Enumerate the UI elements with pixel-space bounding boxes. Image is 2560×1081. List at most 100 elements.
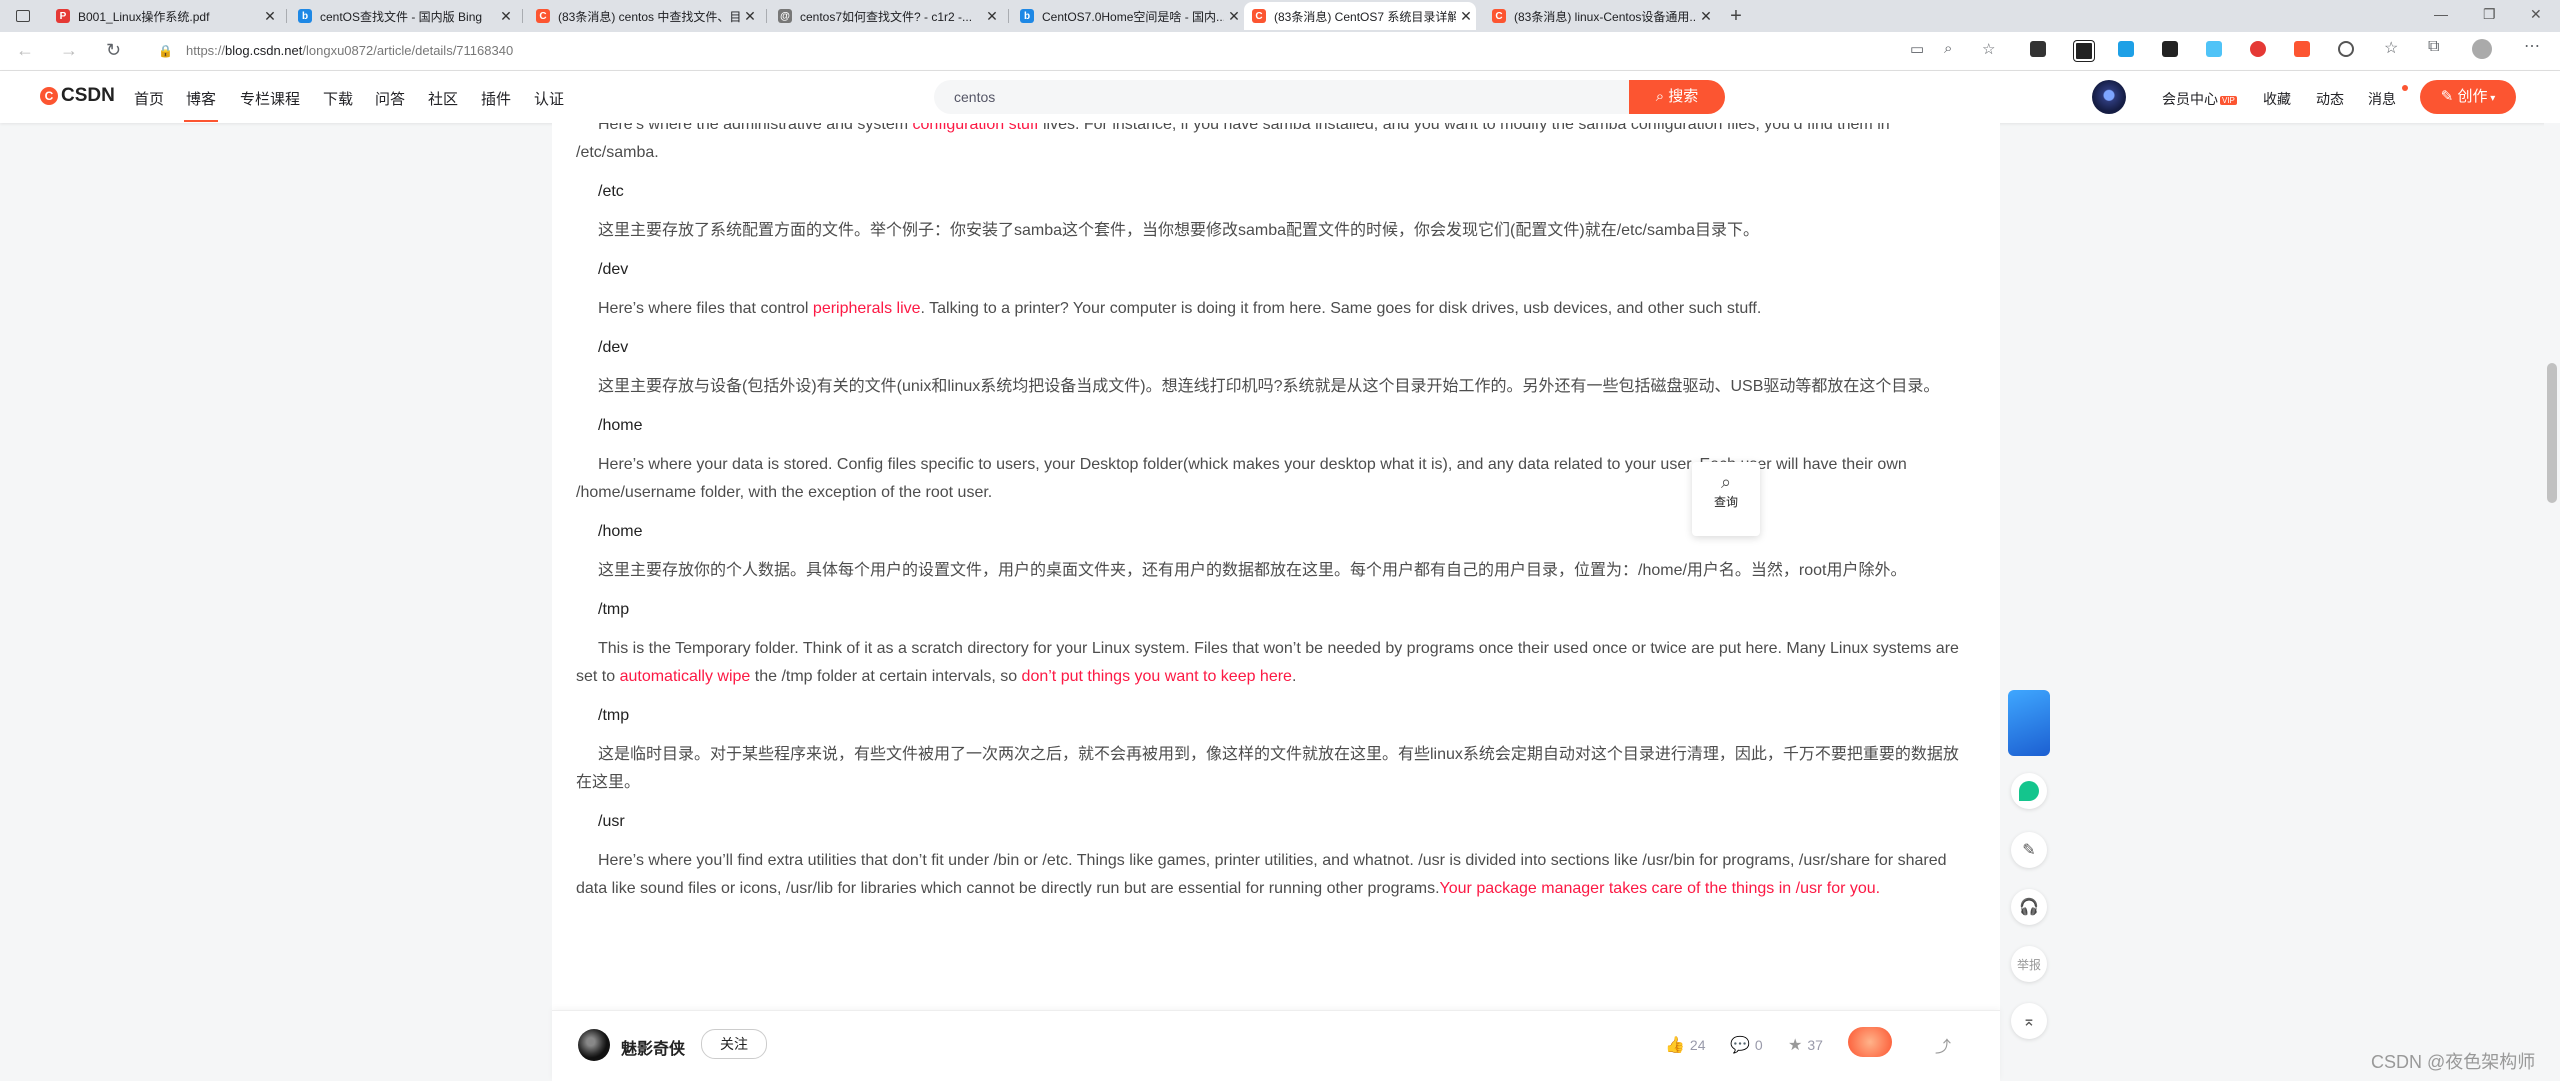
collect-button[interactable]: ★ 37 [1788,1035,1823,1055]
author-avatar[interactable] [578,1029,610,1061]
page-scrollbar[interactable] [2544,123,2560,1080]
vip-center-link[interactable]: 会员中心 VIP [2162,89,2237,109]
create-button[interactable]: ✎ 创作 ▾ [2420,80,2516,114]
collect-count: 37 [1807,1037,1823,1053]
browser-tab[interactable]: P B001_Linux操作系统.pdf ✕ [48,2,280,30]
favorites-link[interactable]: 收藏 [2263,89,2291,109]
favorites-icon[interactable]: ☆ [2384,38,2398,58]
tab-actions-icon[interactable] [16,2,34,30]
reader-mode-icon[interactable]: ▭ [1910,40,1924,58]
tab-title: centOS查找文件 - 国内版 Bing [320,9,483,24]
close-window-icon[interactable]: ✕ [2530,6,2542,23]
browser-tab[interactable]: b CentOS7.0Home空间是啥 - 国内... ✕ [1012,2,1244,30]
directory-heading: /usr [598,813,625,830]
red-link[interactable]: peripherals live [813,300,921,317]
report-button[interactable]: 举报 [2011,946,2047,982]
nav-community[interactable]: 社区 [428,88,458,109]
nav-home[interactable]: 首页 [134,88,164,109]
lookup-popup[interactable]: ⌕ 查询 [1692,462,1760,536]
browser-tab[interactable]: C (83条消息) centos 中查找文件、目录... ✕ [528,2,760,30]
paragraph: Here’s where you’ll find extra utilities… [576,852,1947,897]
star-icon: ★ [1788,1037,1803,1054]
browser-tab-strip: P B001_Linux操作系统.pdf ✕ b centOS查找文件 - 国内… [0,0,2560,32]
url-field[interactable]: 🔒 https://blog.csdn.net/longxu0872/artic… [152,37,1932,65]
search-icon: ⌕ [1655,88,1669,105]
directory-heading: /tmp [598,601,630,618]
browser-tab-active[interactable]: C (83条消息) CentOS7 系统目录详解... ✕ [1244,2,1476,30]
vip-label: 会员中心 [2162,91,2218,107]
ai-assistant-icon[interactable] [2011,773,2047,809]
close-icon[interactable]: ✕ [740,8,760,25]
red-link[interactable]: configuration stuff [913,123,1039,133]
share-icon[interactable]: ⤴ [1935,1033,1951,1057]
csdn-logo[interactable]: C CSDN [40,85,115,107]
restore-icon[interactable]: ❐ [2483,6,2496,23]
url-path: /longxu0872/article/details/71168340 [302,43,514,58]
new-tab-button[interactable]: + [1722,2,1750,30]
close-icon[interactable]: ✕ [982,8,1002,25]
close-icon[interactable]: ✕ [260,8,280,25]
back-to-top-icon[interactable]: ⌅ [2011,1003,2047,1039]
like-count: 24 [1689,1037,1706,1053]
close-icon[interactable]: ✕ [1696,8,1716,25]
extension-icon[interactable] [2118,41,2134,57]
nav-plugins[interactable]: 插件 [481,88,511,109]
collections-icon[interactable]: ⧉ [2428,38,2439,56]
paragraph: This is the Temporary folder. Think of i… [576,640,1959,685]
author-name[interactable]: 魅影奇侠 [621,1035,685,1059]
reload-icon[interactable]: ↻ [106,40,121,61]
extension-icon[interactable] [2206,41,2222,57]
browser-tab[interactable]: C (83条消息) linux-Centos设备通用... ✕ [1484,2,1716,30]
headset-icon[interactable]: 🎧 [2011,889,2047,925]
csdn-icon: C [1252,9,1266,23]
favorite-add-icon[interactable]: ☆ [1982,40,1995,58]
nav-certification[interactable]: 认证 [534,88,564,109]
red-link[interactable]: Your package manager takes care of the t… [1440,880,1881,897]
search-button[interactable]: ⌕ 搜索 [1629,80,1725,114]
edit-icon[interactable]: ✎ [2011,832,2047,868]
csdn-header: C CSDN 首页 博客 专栏课程 下载 问答 社区 插件 认证 centos ⌕… [0,71,2560,123]
paragraph: 这里主要存放与设备(包括外设)有关的文件(unix和linux系统均把设备当成文… [598,378,1940,395]
more-menu-icon[interactable]: ⋯ [2524,36,2540,56]
search-input[interactable]: centos [934,80,1629,114]
extension-icon[interactable] [2250,41,2266,57]
messages-link[interactable]: 消息 [2368,89,2396,109]
avatar[interactable] [2092,80,2126,114]
red-link[interactable]: automatically wipe [620,668,751,685]
zoom-icon[interactable]: ⌕ [1944,40,1952,57]
profile-icon[interactable] [2472,39,2492,59]
extension-icon[interactable] [2162,41,2178,57]
browser-tab[interactable]: b centOS查找文件 - 国内版 Bing ✕ [290,2,516,30]
lookup-label: 查询 [1713,495,1738,509]
extension-icon[interactable] [2030,41,2046,57]
reward-icon[interactable] [1848,1027,1892,1057]
promo-box-icon[interactable] [2008,690,2050,756]
browser-tab[interactable]: @ centos7如何查找文件? - c1r2 -... ✕ [770,2,1002,30]
nav-blog[interactable]: 博客 [183,88,219,122]
minimize-icon[interactable]: — [2434,6,2448,22]
extension-icon[interactable] [2074,41,2094,61]
close-icon[interactable]: ✕ [496,8,516,25]
back-icon[interactable]: ← [16,40,34,61]
tab-title: centos7如何查找文件? - c1r2 -... [800,9,973,24]
paragraph: 这是临时目录。对于某些程序来说，有些文件被用了一次两次之后，就不会再被用到，像这… [576,746,1959,791]
follow-button[interactable]: 关注 [701,1029,767,1059]
thumbs-up-icon: 👍 [1665,1037,1685,1054]
forward-icon[interactable]: → [60,40,78,61]
close-icon[interactable]: ✕ [1224,8,1244,25]
extensions-icon[interactable] [2338,41,2354,57]
scrollbar-thumb[interactable] [2547,363,2557,503]
nav-qa[interactable]: 问答 [375,88,405,109]
tab-title: CentOS7.0Home空间是啥 - 国内... [1042,9,1224,24]
create-label: 创作 [2457,88,2488,105]
nav-download[interactable]: 下载 [323,88,353,109]
comment-button[interactable]: 💬 0 [1730,1035,1763,1055]
red-link[interactable]: don’t put things you want to keep here [1022,668,1292,685]
directory-heading: /etc [598,183,624,200]
csdn-extension-icon[interactable] [2294,41,2310,57]
lock-icon[interactable]: 🔒 [158,37,173,65]
dynamic-link[interactable]: 动态 [2316,89,2344,109]
like-button[interactable]: 👍 24 [1665,1035,1706,1055]
close-icon[interactable]: ✕ [1456,8,1476,25]
nav-courses[interactable]: 专栏课程 [240,88,300,109]
